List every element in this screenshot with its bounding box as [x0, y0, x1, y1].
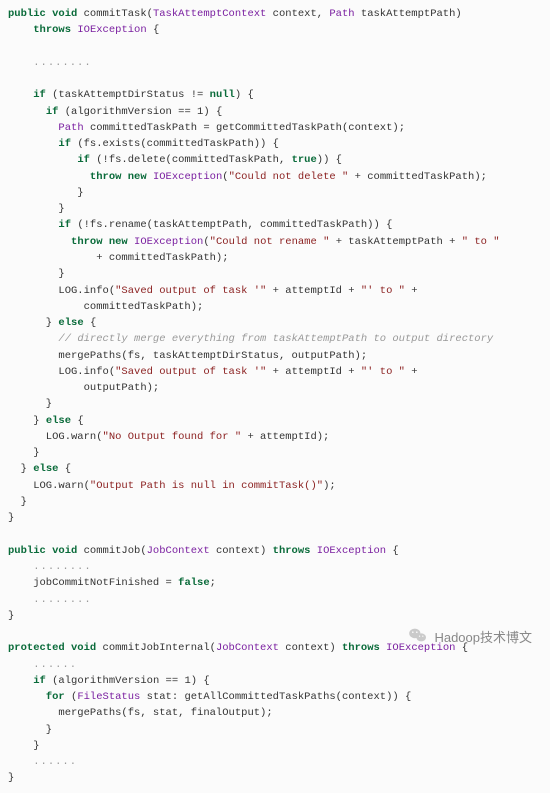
- watermark: Hadoop技术博文: [408, 627, 532, 649]
- token-ell: ........: [33, 561, 91, 573]
- code-block: public void commitTask(TaskAttemptContex…: [0, 0, 550, 793]
- token-kw: null: [210, 89, 235, 101]
- token-ell: ........: [33, 57, 91, 69]
- token-kw: true: [292, 154, 317, 166]
- token-cls: Path: [58, 122, 83, 134]
- token-ell: ......: [33, 659, 77, 671]
- token-kw: throws: [33, 24, 71, 36]
- token-kw: throws: [273, 545, 311, 557]
- token-cls: JobContext: [147, 545, 210, 557]
- token-kw: else: [46, 415, 71, 427]
- token-cls: TaskAttemptContext: [153, 8, 266, 20]
- token-str: "Could not rename ": [210, 236, 330, 248]
- token-kw: if: [33, 89, 46, 101]
- token-cls: IOException: [77, 24, 146, 36]
- token-str: " to ": [462, 236, 500, 248]
- token-kw: throw new: [90, 171, 147, 183]
- token-kw: if: [58, 219, 71, 231]
- token-kw: if: [77, 154, 90, 166]
- watermark-text: Hadoop技术博文: [434, 628, 532, 648]
- token-cls: Path: [329, 8, 354, 20]
- token-str: "Could not delete ": [229, 171, 349, 183]
- token-str: "' to ": [361, 285, 405, 297]
- token-kw: if: [33, 675, 46, 687]
- token-ell: ........: [33, 594, 91, 606]
- token-ell: ......: [33, 756, 77, 768]
- token-kw: throws: [342, 642, 380, 654]
- token-kw: else: [58, 317, 83, 329]
- token-kw: if: [46, 106, 59, 118]
- token-kw: false: [178, 577, 210, 589]
- token-kw: public void: [8, 8, 77, 20]
- token-str: "Saved output of task '": [115, 285, 266, 297]
- token-kw: for: [46, 691, 65, 703]
- token-kw: if: [58, 138, 71, 150]
- token-cmt: // directly merge everything from taskAt…: [58, 333, 493, 345]
- token-cls: FileStatus: [77, 691, 140, 703]
- token-kw: throw new: [71, 236, 128, 248]
- token-cls: IOException: [134, 236, 203, 248]
- wechat-icon: [408, 627, 428, 649]
- token-cls: IOException: [317, 545, 386, 557]
- token-kw: else: [33, 463, 58, 475]
- token-cls: JobContext: [216, 642, 279, 654]
- token-str: "Output Path is null in commitTask()": [90, 480, 323, 492]
- token-kw: protected void: [8, 642, 96, 654]
- token-str: "No Output found for ": [103, 431, 242, 443]
- token-kw: public void: [8, 545, 77, 557]
- token-str: "Saved output of task '": [115, 366, 266, 378]
- token-str: "' to ": [361, 366, 405, 378]
- token-cls: IOException: [153, 171, 222, 183]
